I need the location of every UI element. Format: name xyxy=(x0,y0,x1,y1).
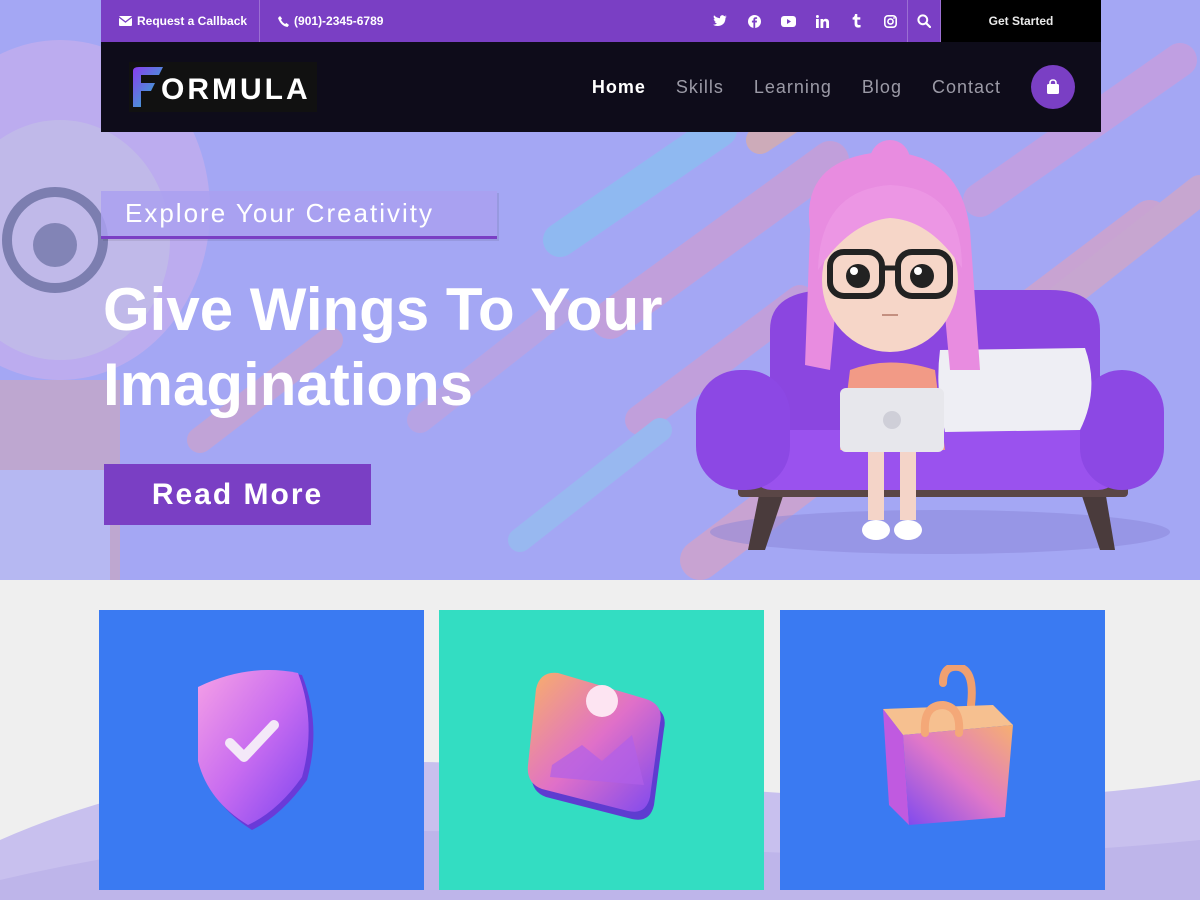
hero-tagline: Explore Your Creativity xyxy=(101,191,497,239)
shield-check-icon xyxy=(197,670,313,830)
search-icon xyxy=(917,14,931,28)
hero-title: Give Wings To Your Imaginations xyxy=(103,272,743,422)
image-icon xyxy=(527,672,665,820)
feature-card-gallery[interactable] xyxy=(439,610,764,890)
tumblr-icon[interactable] xyxy=(839,0,873,42)
search-button[interactable] xyxy=(907,0,941,42)
shopping-bag-icon xyxy=(1047,79,1059,94)
hero-title-line-1: Give Wings To Your xyxy=(103,276,663,343)
request-callback-label: Request a Callback xyxy=(137,14,248,28)
phone-icon xyxy=(278,15,290,27)
instagram-icon[interactable] xyxy=(873,0,907,42)
formula-logo[interactable]: ORMULA xyxy=(129,62,317,112)
facebook-icon[interactable] xyxy=(737,0,771,42)
logo-text: ORMULA xyxy=(161,73,311,106)
phone-number: (901)-2345-6789 xyxy=(294,14,384,28)
read-more-button[interactable]: Read More xyxy=(104,464,371,525)
get-started-button[interactable]: Get Started xyxy=(941,0,1101,42)
hero-illustration-girl-on-sofa xyxy=(696,140,1170,554)
nav-item-blog[interactable]: Blog xyxy=(862,77,902,98)
main-navigation-bar: ORMULA Home Skills Learning Blog Contact xyxy=(101,42,1101,132)
nav-item-skills[interactable]: Skills xyxy=(676,77,724,98)
shopping-bag-icon xyxy=(882,665,1013,825)
envelope-icon xyxy=(119,16,132,26)
logo-f-glyph xyxy=(133,67,163,107)
youtube-icon[interactable] xyxy=(771,0,805,42)
cart-button[interactable] xyxy=(1031,65,1075,109)
linkedin-icon[interactable] xyxy=(805,0,839,42)
twitter-icon[interactable] xyxy=(703,0,737,42)
hero-title-line-2: Imaginations xyxy=(103,351,474,418)
request-callback-link[interactable]: Request a Callback xyxy=(101,0,261,42)
top-bar: Request a Callback (901)-2345-6789 Get S… xyxy=(101,0,1101,42)
phone-link[interactable]: (901)-2345-6789 xyxy=(260,0,395,42)
nav-item-contact[interactable]: Contact xyxy=(932,77,1001,98)
nav-item-home[interactable]: Home xyxy=(592,77,646,98)
primary-menu: Home Skills Learning Blog Contact xyxy=(592,65,1075,109)
nav-item-learning[interactable]: Learning xyxy=(754,77,832,98)
feature-card-shop[interactable] xyxy=(780,610,1105,890)
social-links xyxy=(703,0,907,42)
feature-card-security[interactable] xyxy=(99,610,424,890)
